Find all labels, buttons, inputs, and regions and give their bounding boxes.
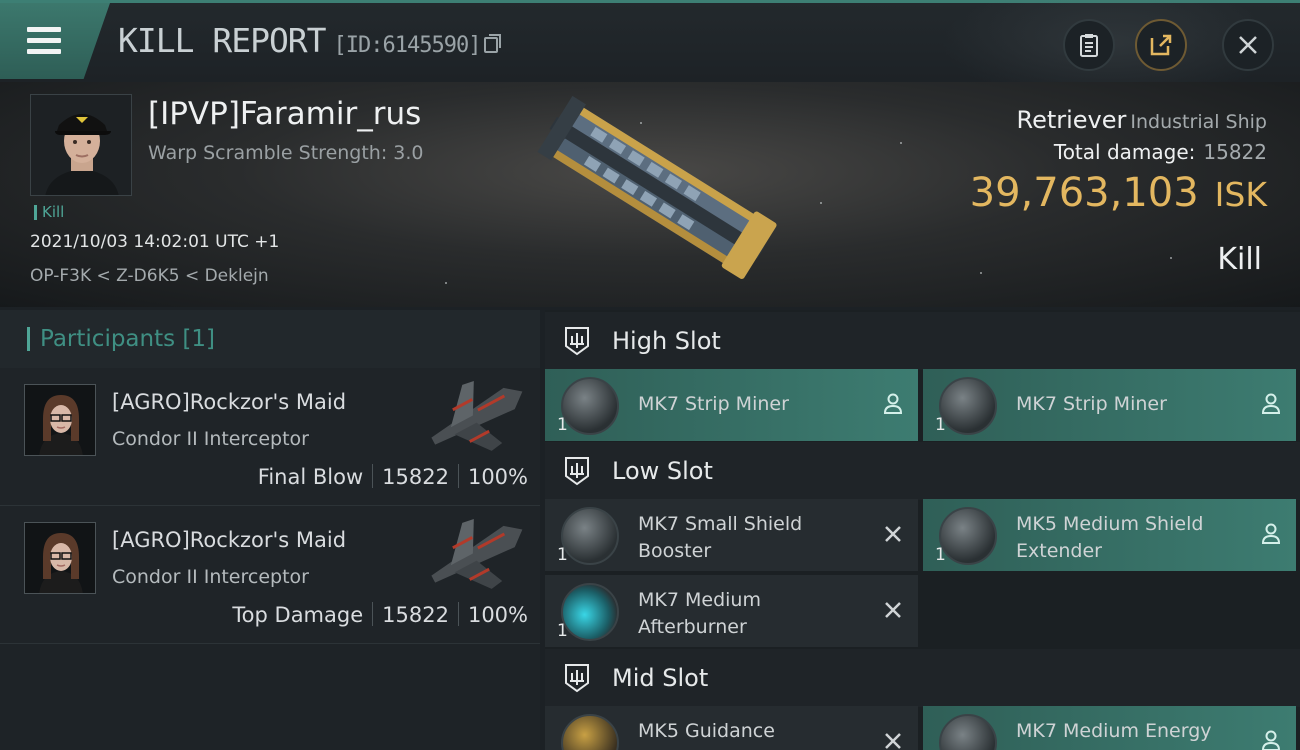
participant-ship: Condor II Interceptor xyxy=(112,428,309,450)
kill-tag: Kill xyxy=(34,205,64,220)
close-button[interactable] xyxy=(1222,19,1274,71)
dropped-icon xyxy=(1261,730,1281,750)
close-icon xyxy=(1239,36,1257,54)
ship-class: Industrial Ship xyxy=(1130,111,1267,133)
module-qty: 1 xyxy=(557,621,568,641)
victim-name[interactable]: [IPVP]Faramir_rus xyxy=(148,96,421,132)
participants-header[interactable]: Participants [1] xyxy=(0,310,540,368)
module-qty: 1 xyxy=(557,415,568,435)
participant-percent: 100% xyxy=(467,465,528,489)
participants-panel: Participants [1] [AGRO]Rockzor's Maid Co… xyxy=(0,310,540,750)
module-slot[interactable]: 1 MK7 Small Shield Booster xyxy=(545,499,918,571)
page-title-text: KILL REPORT xyxy=(118,21,327,60)
avatar xyxy=(24,522,96,594)
mid-slot-header: Mid Slot xyxy=(545,649,1300,707)
copy-icon[interactable] xyxy=(483,34,501,53)
module-slot[interactable]: 1 MK7 Medium Afterburner xyxy=(545,575,918,647)
page-title: KILL REPORT [ID:6145590] xyxy=(118,21,501,60)
participant-ship-image xyxy=(431,381,523,451)
module-name: MK7 Strip Miner xyxy=(1016,393,1167,415)
participant-percent: 100% xyxy=(467,603,528,627)
share-button[interactable] xyxy=(1135,19,1187,71)
guidance-module-icon xyxy=(561,714,619,750)
total-damage-value: 15822 xyxy=(1203,140,1267,164)
kill-datetime: 2021/10/03 14:02:01 UTC +1 xyxy=(30,232,280,252)
avatar xyxy=(24,384,96,456)
low-slot-header: Low Slot xyxy=(545,442,1300,500)
module-name: MK7 Small Shield Booster xyxy=(638,513,803,562)
module-slot[interactable]: 1 MK5 Guidance xyxy=(545,706,918,750)
ship-info: Retriever Industrial Ship xyxy=(1016,106,1267,134)
participant-damage: 15822 xyxy=(382,603,449,627)
shield-extender-icon xyxy=(939,507,997,565)
kill-result: Kill xyxy=(1217,242,1262,277)
high-slot-header: High Slot xyxy=(545,312,1300,370)
report-button[interactable] xyxy=(1063,19,1115,71)
afterburner-icon xyxy=(561,583,619,641)
participant-row[interactable]: [AGRO]Rockzor's Maid Condor II Intercept… xyxy=(0,368,540,506)
share-icon xyxy=(1150,34,1172,56)
destroyed-icon xyxy=(885,733,901,749)
victim-portrait[interactable] xyxy=(30,94,132,196)
warp-scramble-strength: Warp Scramble Strength: 3.0 xyxy=(148,142,424,164)
clipboard-icon xyxy=(1080,34,1098,57)
shield-booster-icon xyxy=(561,507,619,565)
energy-module-icon xyxy=(939,714,997,750)
hamburger-icon xyxy=(27,27,61,55)
low-slot-label: Low Slot xyxy=(612,457,713,485)
module-qty: 1 xyxy=(935,545,946,565)
dropped-icon xyxy=(1261,523,1281,544)
module-slot[interactable]: 1 MK7 Strip Miner xyxy=(923,369,1296,441)
module-name: MK5 Medium Shield Extender xyxy=(1016,513,1204,562)
participant-name[interactable]: [AGRO]Rockzor's Maid xyxy=(112,390,346,414)
kill-location[interactable]: OP-F3K < Z-D6K5 < Deklejn xyxy=(30,266,269,286)
fitting-panel: High Slot 1 MK7 Strip Miner 1 MK7 Strip … xyxy=(545,310,1300,750)
participant-name[interactable]: [AGRO]Rockzor's Maid xyxy=(112,528,346,552)
destroyed-icon xyxy=(885,526,901,542)
menu-button[interactable] xyxy=(0,3,110,79)
high-slot-label: High Slot xyxy=(612,327,721,355)
module-name: MK7 Medium Afterburner xyxy=(638,589,761,638)
victim-ship-image xyxy=(537,95,777,280)
participant-ship-image xyxy=(431,519,523,589)
isk-amount: 39,763,103 xyxy=(969,170,1199,216)
dropped-icon xyxy=(1261,393,1281,414)
report-id: [ID:6145590] xyxy=(333,33,482,58)
participant-damage: 15822 xyxy=(382,465,449,489)
avatar xyxy=(31,95,131,195)
kill-summary: [IPVP]Faramir_rus Warp Scramble Strength… xyxy=(0,82,1300,307)
module-name: MK5 Guidance xyxy=(638,720,775,742)
ship-name[interactable]: Retriever xyxy=(1016,106,1126,134)
participant-ship: Condor II Interceptor xyxy=(112,566,309,588)
participant-stats: Top Damage 15822 100% xyxy=(232,602,528,627)
module-slot[interactable]: 1 MK5 Medium Shield Extender xyxy=(923,499,1296,571)
module-slot[interactable]: 1 MK7 Strip Miner xyxy=(545,369,918,441)
module-name: MK7 Strip Miner xyxy=(638,393,789,415)
high-slot-icon xyxy=(565,327,589,356)
participant-stats: Final Blow 15822 100% xyxy=(258,464,528,489)
participant-role: Top Damage xyxy=(232,603,364,627)
strip-miner-icon xyxy=(939,377,997,435)
strip-miner-icon xyxy=(561,377,619,435)
module-slot[interactable]: 1 MK7 Medium Energy xyxy=(923,706,1296,750)
participant-row[interactable]: [AGRO]Rockzor's Maid Condor II Intercept… xyxy=(0,506,540,644)
dropped-icon xyxy=(883,393,903,414)
header-bar: KILL REPORT [ID:6145590] xyxy=(0,0,1300,103)
isk-value: 39,763,103 ISK xyxy=(970,170,1267,216)
participants-title: Participants [1] xyxy=(27,327,215,351)
low-slot-icon xyxy=(565,457,589,486)
mid-slot-label: Mid Slot xyxy=(612,664,709,692)
total-damage-label: Total damage: xyxy=(1053,140,1196,164)
kill-report-screen: KILL REPORT [ID:6145590] [IPVP]Faramir_r… xyxy=(0,0,1300,750)
total-damage: Total damage: 15822 xyxy=(1054,140,1267,164)
module-qty: 1 xyxy=(935,415,946,435)
participant-portrait-icon xyxy=(25,523,95,593)
participant-role: Final Blow xyxy=(257,465,364,489)
module-qty: 1 xyxy=(557,545,568,565)
module-name: MK7 Medium Energy xyxy=(1016,720,1212,742)
participant-portrait-icon xyxy=(25,385,95,455)
isk-unit: ISK xyxy=(1214,175,1267,214)
destroyed-icon xyxy=(885,602,901,618)
mid-slot-icon xyxy=(565,664,589,693)
